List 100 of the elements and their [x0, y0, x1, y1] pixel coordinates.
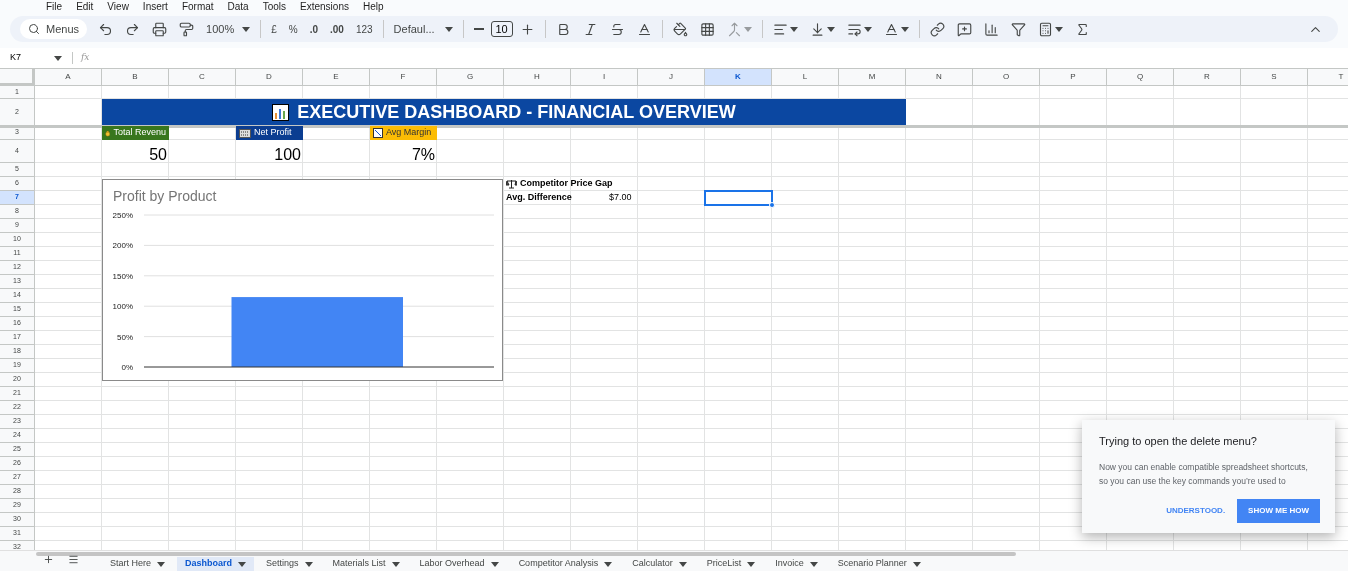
column-header[interactable]: G: [437, 69, 504, 86]
scales-icon: [506, 179, 517, 189]
calculator-icon: [1037, 21, 1053, 37]
caret-icon: [604, 561, 613, 567]
selected-cell[interactable]: [704, 190, 773, 206]
kpi-value: 7%: [411, 147, 435, 163]
column-header[interactable]: M: [839, 69, 906, 86]
column-header[interactable]: E: [303, 69, 370, 86]
sheet-tab[interactable]: Scenario Planner: [829, 557, 929, 571]
sheet-tab[interactable]: Dashboard: [177, 557, 255, 571]
sheet-tab[interactable]: Start Here: [102, 557, 173, 571]
kpi-label-text: Avg Margin: [386, 126, 432, 140]
caret-icon: [900, 26, 909, 32]
fill-handle[interactable]: [769, 202, 775, 208]
sheet-tab[interactable]: PriceList: [698, 557, 764, 571]
caret-icon: [1054, 26, 1063, 32]
horizontal-scrollbar[interactable]: [36, 551, 1016, 556]
column-header[interactable]: A: [35, 69, 102, 86]
sheet-tab[interactable]: Labor Overhead: [411, 557, 507, 571]
menu-item[interactable]: Edit: [76, 0, 94, 14]
filter-icon: [1010, 21, 1026, 37]
italic-icon: [582, 21, 598, 37]
print-icon: [152, 21, 168, 37]
column-header[interactable]: C: [169, 69, 236, 86]
menu-item[interactable]: Extensions: [300, 0, 349, 14]
borders-icon: [699, 21, 715, 37]
sheet-tab[interactable]: Invoice: [767, 557, 826, 571]
caret-icon: [789, 26, 798, 32]
search-icon: [28, 23, 40, 35]
currency-button[interactable]: £: [266, 17, 282, 41]
caret-icon: [391, 561, 400, 567]
column-header[interactable]: R: [1174, 69, 1241, 86]
menu-item[interactable]: Help: [362, 0, 384, 14]
text-rotation-icon: [883, 21, 899, 37]
column-header[interactable]: D: [236, 69, 303, 86]
section-heading: Competitor Price Gap: [520, 177, 613, 191]
menu-item[interactable]: Insert: [142, 0, 168, 14]
column-header[interactable]: T: [1308, 69, 1348, 86]
caret-icon: [490, 561, 499, 567]
menu-item[interactable]: View: [107, 0, 129, 14]
column-header[interactable]: S: [1241, 69, 1308, 86]
function-icon: fx: [73, 51, 98, 65]
decrease-decimals-button[interactable]: .0: [304, 17, 323, 41]
bar-chart-icon: [272, 104, 290, 121]
column-header[interactable]: F: [370, 69, 437, 86]
menu-item[interactable]: Format: [181, 0, 214, 14]
caret-icon: [826, 26, 835, 32]
chart-title: Profit by Product: [113, 188, 217, 204]
chart-decreasing-icon: [373, 128, 383, 138]
axis-tick-label: 50%: [117, 332, 133, 342]
column-header[interactable]: N: [906, 69, 973, 86]
caret-icon: [304, 561, 313, 567]
font-size-field[interactable]: 10: [490, 21, 513, 37]
strikethrough-icon: [609, 21, 625, 37]
sheet-tab[interactable]: Competitor Analysis: [510, 557, 621, 571]
plus-icon: [43, 553, 54, 565]
sheet-tab[interactable]: Materials List: [324, 557, 408, 571]
menu-item[interactable]: Data: [227, 0, 249, 14]
abacus-icon: [239, 128, 251, 138]
comment-icon: [956, 21, 972, 37]
understood-link[interactable]: UNDERSTOOD.: [1166, 504, 1226, 517]
column-header[interactable]: K: [705, 69, 772, 86]
paint-roller-icon: [179, 21, 195, 37]
kpi-label-text: Net Profit: [254, 126, 292, 140]
caret-icon: [54, 55, 62, 61]
menu-item[interactable]: File: [46, 0, 63, 14]
sheet-tab[interactable]: Settings: [258, 557, 321, 571]
column-header[interactable]: L: [772, 69, 839, 86]
caret-icon: [678, 561, 687, 567]
menu-icon: [68, 553, 79, 565]
column-header[interactable]: J: [638, 69, 705, 86]
column-header[interactable]: H: [504, 69, 571, 86]
wrap-icon: [846, 21, 862, 37]
paint-bucket-icon: [672, 21, 688, 37]
caret-icon: [242, 26, 251, 32]
text-color-icon: [636, 21, 652, 37]
axis-tick-label: 0%: [121, 363, 133, 372]
zoom-dropdown[interactable]: 100%: [201, 17, 256, 41]
show-me-how-button[interactable]: SHOW ME HOW: [1237, 498, 1320, 523]
number-format-button[interactable]: 123: [350, 17, 378, 41]
cell-value: $7.00: [609, 191, 632, 205]
column-header[interactable]: B: [102, 69, 169, 86]
percent-button[interactable]: %: [283, 17, 303, 41]
column-header[interactable]: Q: [1107, 69, 1174, 86]
column-header[interactable]: O: [973, 69, 1040, 86]
sheet-tab[interactable]: Calculator: [624, 557, 695, 571]
redo-icon: [125, 21, 141, 37]
kpi-value: 50: [149, 147, 167, 163]
merge-icon: [726, 21, 742, 37]
link-icon: [929, 21, 945, 37]
column-header[interactable]: P: [1040, 69, 1107, 86]
menus-search[interactable]: Menus: [20, 19, 88, 39]
chart-icon: [983, 21, 999, 37]
name-box[interactable]: K7: [0, 51, 72, 65]
money-bag-icon: [105, 127, 111, 139]
font-dropdown[interactable]: Defaul...: [388, 17, 458, 41]
menu-item[interactable]: Tools: [262, 0, 287, 14]
cell-label: Avg. Difference: [506, 191, 572, 205]
increase-decimals-button[interactable]: .00: [325, 17, 349, 41]
column-header[interactable]: I: [571, 69, 638, 86]
